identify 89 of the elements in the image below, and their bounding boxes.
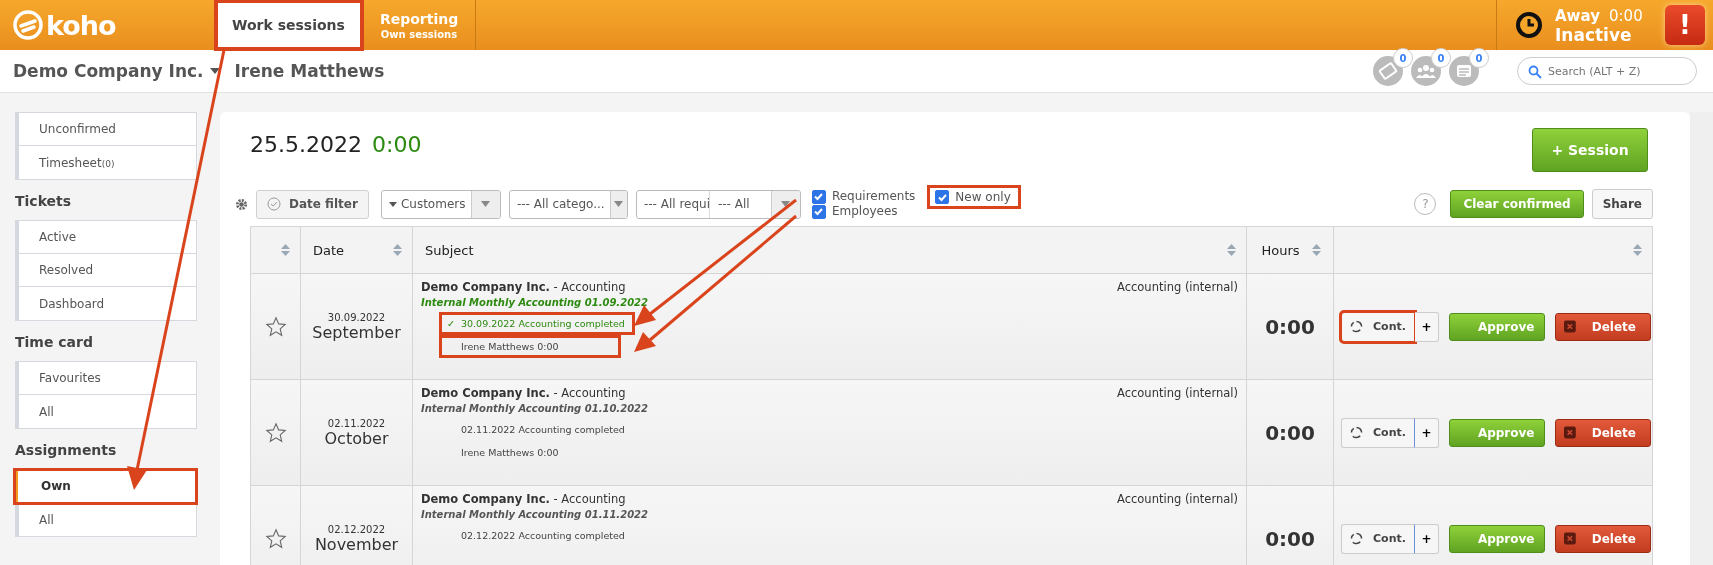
refresh-icon — [1350, 426, 1363, 439]
checkbox[interactable] — [811, 189, 826, 204]
star-icon[interactable] — [264, 421, 287, 444]
total-time: 0:00 — [371, 132, 422, 157]
check-circle-icon — [267, 197, 281, 211]
date-text: 30.09.2022 — [327, 311, 386, 323]
subject-title: Demo Company Inc. - Accounting — [421, 386, 626, 400]
checkbox-label: Requirements — [831, 189, 916, 204]
requirement-select[interactable]: --- All requi --- All — [635, 189, 801, 219]
sidebar-item[interactable]: Own — [15, 470, 196, 503]
nav-tab[interactable]: Work sessions — [215, 0, 363, 50]
user-name: Irene Matthews — [234, 61, 385, 81]
date-filter-button[interactable]: Date filter — [256, 189, 369, 219]
add-button[interactable]: + — [1414, 523, 1439, 554]
employee-line: Irene Matthews 0:00 — [460, 446, 560, 460]
count-badge: 0 — [1469, 48, 1489, 68]
refresh-icon — [1350, 532, 1363, 545]
category-select[interactable]: --- All catego... — [508, 189, 628, 219]
count-badge: 0 — [1393, 48, 1413, 68]
column-header[interactable]: Date — [313, 242, 345, 258]
caret-icon — [781, 201, 791, 207]
continue-button[interactable]: Cont. — [1341, 417, 1415, 448]
checkbox-label: Employees — [831, 204, 898, 219]
work-type: Accounting (internal) — [1117, 280, 1238, 294]
dropdown-toggle[interactable] — [470, 190, 500, 218]
add-button[interactable]: + — [1414, 417, 1439, 448]
column-header[interactable]: Hours — [1261, 242, 1300, 258]
share-button[interactable]: Share — [1591, 189, 1653, 219]
month-text: September — [312, 322, 401, 342]
activity-label: Inactive — [1555, 24, 1633, 45]
hours-cell: 0:00 — [1247, 486, 1334, 565]
delete-button[interactable]: Delete — [1554, 312, 1651, 341]
subject-title: Demo Company Inc. - Accounting — [421, 492, 626, 506]
status-time: 0:00 — [1609, 6, 1643, 25]
employee-line: Irene Matthews 0:00 — [441, 337, 619, 356]
column-header[interactable]: Subject — [425, 242, 474, 258]
requirement-line: 02.12.2022 Accounting completed — [460, 529, 626, 543]
subject-title: Demo Company Inc. - Accounting — [421, 280, 626, 294]
month-text: November — [314, 534, 399, 554]
checkbox[interactable] — [935, 190, 950, 204]
date-text: 02.11.2022 — [327, 417, 386, 429]
requirement-line: 02.11.2022 Accounting completed — [460, 423, 626, 437]
close-icon — [1563, 532, 1576, 545]
dropdown-toggle[interactable] — [609, 190, 627, 218]
month-text: October — [324, 428, 389, 448]
work-type: Accounting (internal) — [1117, 386, 1238, 400]
sort-icon[interactable] — [281, 243, 290, 257]
date-text: 02.12.2022 — [327, 523, 386, 535]
status-label: Away — [1555, 6, 1600, 25]
alert-button[interactable]: ! — [1665, 5, 1705, 45]
section-heading: Assignments — [15, 442, 118, 458]
continue-button[interactable]: Cont. — [1341, 311, 1415, 342]
caret-icon — [614, 201, 624, 207]
add-button[interactable]: + — [1414, 311, 1439, 342]
checkbox-label: New only — [955, 190, 1011, 204]
sort-icon[interactable] — [393, 243, 402, 257]
work-type: Accounting (internal) — [1117, 492, 1238, 506]
project-name: Internal Monthly Accounting 01.09.2022 — [421, 297, 649, 308]
hours-cell: 0:00 — [1247, 380, 1334, 485]
date-heading: 25.5.2022 — [250, 132, 362, 157]
hours-cell: 0:00 — [1247, 274, 1334, 379]
close-icon — [1563, 426, 1576, 439]
sort-icon[interactable] — [1311, 243, 1321, 257]
star-icon[interactable] — [264, 315, 287, 338]
count-badge: 0 — [1431, 48, 1451, 68]
caret-icon — [388, 201, 397, 207]
caret-icon — [481, 201, 491, 207]
star-icon[interactable] — [264, 527, 287, 550]
project-name: Internal Monthly Accounting 01.11.2022 — [421, 509, 649, 520]
logo-icon — [13, 10, 43, 40]
delete-button[interactable]: Delete — [1554, 524, 1651, 553]
requirement-line: ✓ 30.09.2022 Accounting completed — [441, 314, 633, 333]
search-field[interactable]: Search (ALT + Z) — [1517, 57, 1697, 85]
sort-icon[interactable] — [1227, 243, 1236, 257]
settings-icon[interactable] — [235, 197, 248, 211]
section-heading: Tickets — [15, 193, 73, 209]
customer-select[interactable]: Customers — [380, 189, 501, 219]
company-selector[interactable]: Demo Company Inc. — [13, 61, 220, 81]
section-heading: Time card — [15, 334, 94, 350]
project-name: Internal Monthly Accounting 01.10.2022 — [421, 403, 649, 414]
continue-button[interactable]: Cont. — [1341, 523, 1415, 554]
close-icon — [1563, 320, 1576, 333]
refresh-icon — [1350, 320, 1363, 333]
checkbox[interactable] — [811, 204, 826, 219]
delete-button[interactable]: Delete — [1554, 418, 1651, 447]
caret-icon[interactable] — [209, 68, 220, 74]
clock-icon — [1515, 11, 1543, 39]
logo-text: koho — [46, 9, 116, 41]
sort-icon[interactable] — [1633, 243, 1642, 257]
